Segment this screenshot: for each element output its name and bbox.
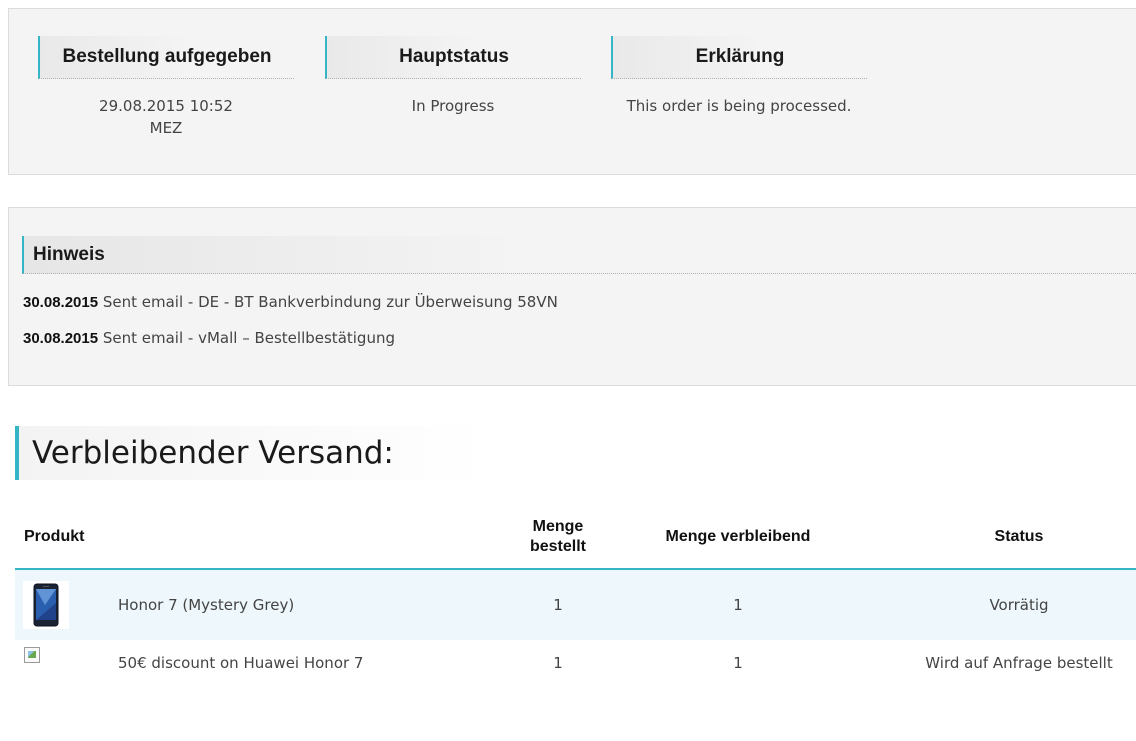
order-placed-value: 29.08.2015 10:52 MEZ [38, 95, 294, 139]
notes-panel: Hinweis 30.08.2015 Sent email - DE - BT … [8, 207, 1136, 386]
order-status-panel: Bestellung aufgegeben 29.08.2015 10:52 M… [8, 8, 1136, 175]
explanation-header: Erklärung [611, 36, 867, 79]
order-placed-datetime: 29.08.2015 10:52 [99, 97, 233, 115]
qty-remaining: 1 [733, 654, 743, 672]
note-item: 30.08.2015 Sent email - vMall – Bestellb… [23, 329, 395, 347]
column-header-qty-ordered: Menge bestellt [508, 505, 608, 568]
qty-ordered-header-line1: Menge [532, 517, 584, 535]
broken-image-icon [24, 647, 40, 663]
remaining-shipment-table: Produkt Menge bestellt Menge verbleibend… [15, 505, 1136, 690]
phone-thumbnail[interactable] [23, 581, 69, 629]
column-header-status: Status [994, 527, 1044, 545]
qty-ordered: 1 [553, 654, 563, 672]
status-value: Wird auf Anfrage bestellt [925, 654, 1113, 672]
main-status-header: Hauptstatus [325, 36, 581, 79]
table-row: Honor 7 (Mystery Grey) 1 1 Vorrätig [15, 570, 1136, 640]
product-name[interactable]: 50€ discount on Huawei Honor 7 [118, 654, 363, 672]
explanation-column: Erklärung This order is being processed. [611, 36, 867, 117]
table-header: Produkt Menge bestellt Menge verbleibend… [15, 505, 1136, 570]
table-row: 50€ discount on Huawei Honor 7 1 1 Wird … [15, 640, 1136, 690]
column-header-product: Produkt [24, 527, 85, 545]
qty-ordered: 1 [553, 596, 563, 614]
qty-remaining: 1 [733, 596, 743, 614]
main-status-column: Hauptstatus In Progress [325, 36, 581, 117]
explanation-value: This order is being processed. [626, 97, 852, 115]
order-placed-timezone: MEZ [149, 119, 183, 137]
note-date: 30.08.2015 [23, 294, 99, 311]
note-text: Sent email - DE - BT Bankverbindung zur … [102, 293, 558, 311]
order-placed-header: Bestellung aufgegeben [38, 36, 294, 79]
column-header-qty-remaining: Menge verbleibend [665, 527, 811, 545]
qty-ordered-header-line2: bestellt [529, 537, 586, 555]
product-name[interactable]: Honor 7 (Mystery Grey) [118, 570, 294, 640]
note-item: 30.08.2015 Sent email - DE - BT Bankverb… [23, 293, 558, 311]
note-text: Sent email - vMall – Bestellbestätigung [102, 329, 395, 347]
remaining-shipment-title: Verbleibender Versand: [15, 426, 515, 480]
main-status-value: In Progress [411, 97, 495, 115]
status-value: Vorrätig [989, 596, 1049, 614]
notes-title: Hinweis [22, 236, 1136, 274]
phone-image [33, 583, 59, 627]
order-placed-column: Bestellung aufgegeben 29.08.2015 10:52 M… [38, 36, 294, 139]
note-date: 30.08.2015 [23, 330, 99, 347]
